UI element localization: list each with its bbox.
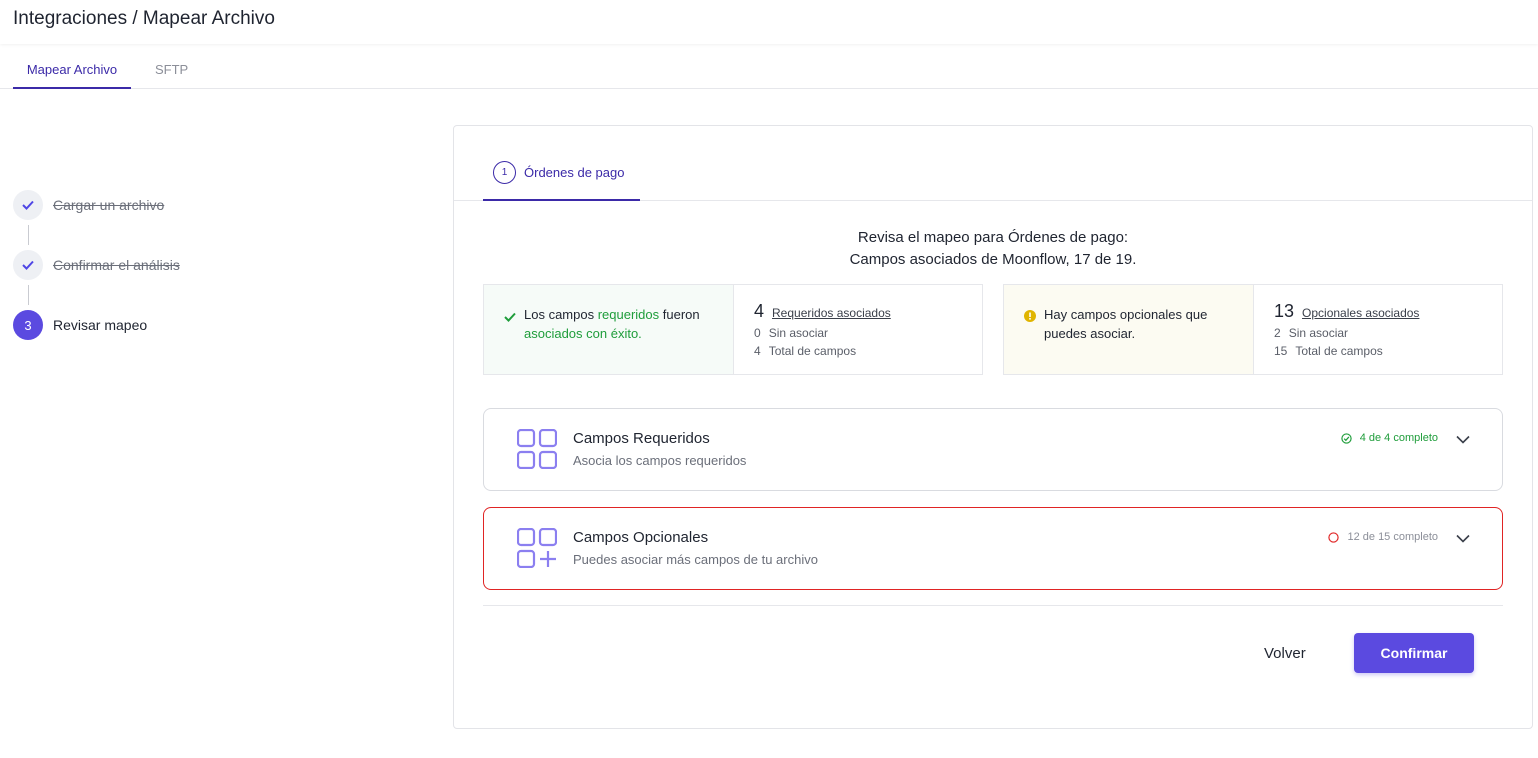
required-message-text: Los campos requeridos fueron asociados c… — [524, 305, 715, 374]
section-status-text: 4 de 4 completo — [1359, 432, 1438, 444]
step-connector — [28, 285, 29, 305]
tab-step-number: 1 — [493, 161, 516, 184]
chevron-down-icon[interactable] — [1456, 530, 1470, 548]
unassigned-label: Sin asociar — [1288, 326, 1349, 340]
required-count: 4 — [754, 301, 765, 321]
total-count: 15 — [1274, 344, 1288, 358]
msg-text: fueron — [659, 307, 700, 322]
incomplete-circle-icon — [1328, 531, 1340, 543]
section-subtitle: Asocia los campos requeridos — [573, 453, 747, 468]
step-connector — [28, 225, 29, 245]
review-subtitle: Campos asociados de Moonflow, 17 de 19. — [849, 251, 1137, 268]
unassigned-count: 0 — [754, 326, 761, 340]
step-upload[interactable]: Cargar un archivo — [13, 190, 164, 220]
tab-ordenes-de-pago[interactable]: 1 Órdenes de pago — [483, 161, 640, 201]
optional-message: Hay campos opcionales que puedes asociar… — [1004, 285, 1254, 374]
tab-sftp[interactable]: SFTP — [155, 62, 188, 89]
step-label: Confirmar el análisis — [53, 257, 180, 273]
divider — [483, 605, 1503, 606]
section-title: Campos Opcionales — [573, 529, 709, 546]
tab-label: Órdenes de pago — [524, 165, 625, 180]
section-subtitle: Puedes asociar más campos de tu archivo — [573, 552, 818, 567]
section-status: 12 de 15 completo — [1328, 531, 1438, 543]
optional-stats: 13 Opcionales asociados 2 Sin asociar 15 T… — [1254, 285, 1419, 374]
optional-summary: Hay campos opcionales que puedes asociar… — [1003, 284, 1503, 375]
step-review-mapping[interactable]: 3 Revisar mapeo — [13, 310, 147, 340]
step-check-icon — [13, 250, 43, 280]
optional-associated-link[interactable]: Opcionales asociados — [1302, 306, 1419, 320]
required-message: Los campos requeridos fueron asociados c… — [484, 285, 734, 374]
grid-plus-icon — [516, 527, 558, 573]
required-summary: Los campos requeridos fueron asociados c… — [483, 284, 983, 375]
msg-highlight: requeridos — [597, 307, 660, 322]
required-stats: 4 Requeridos asociados 0 Sin asociar 4 Tot… — [734, 285, 891, 374]
step-label: Revisar mapeo — [53, 317, 148, 333]
total-label: Total de campos — [768, 344, 857, 358]
page-title: Integraciones / Mapear Archivo — [13, 8, 275, 29]
check-circle-icon — [1341, 432, 1352, 444]
back-button[interactable]: Volver — [1264, 645, 1306, 662]
total-count: 4 — [754, 344, 761, 358]
top-bar: Integraciones / Mapear Archivo — [0, 0, 1538, 44]
check-icon — [504, 308, 518, 374]
tab-bar: Mapear Archivo SFTP — [0, 44, 1538, 89]
msg-highlight: asociados con éxito. — [524, 326, 642, 341]
chevron-down-icon[interactable] — [1456, 431, 1470, 449]
confirm-button[interactable]: Confirmar — [1354, 633, 1474, 673]
warning-icon — [1024, 308, 1038, 374]
total-label: Total de campos — [1295, 344, 1383, 358]
review-card: 1 Órdenes de pago Revisa el mapeo para Ó… — [453, 125, 1533, 729]
unassigned-count: 2 — [1274, 326, 1281, 340]
optional-message-text: Hay campos opcionales que puedes asociar… — [1044, 307, 1208, 341]
step-confirm-analysis[interactable]: Confirmar el análisis — [13, 250, 180, 280]
tab-mapear-archivo[interactable]: Mapear Archivo — [13, 62, 131, 89]
section-status-text: 12 de 15 completo — [1347, 531, 1438, 543]
entity-tab-bar: 1 Órdenes de pago — [454, 126, 1532, 201]
step-number: 3 — [13, 310, 43, 340]
required-associated-link[interactable]: Requeridos asociados — [772, 306, 891, 320]
grid-icon — [516, 428, 558, 474]
optional-count: 13 — [1274, 301, 1295, 321]
msg-text: Los campos — [524, 307, 598, 322]
optional-fields-section[interactable]: Campos Opcionales Puedes asociar más cam… — [483, 507, 1503, 590]
section-title: Campos Requeridos — [573, 430, 710, 447]
section-status: 4 de 4 completo — [1341, 432, 1438, 444]
review-title: Revisa el mapeo para Órdenes de pago: — [857, 229, 1129, 246]
unassigned-label: Sin asociar — [768, 326, 829, 340]
step-label: Cargar un archivo — [53, 197, 165, 213]
step-check-icon — [13, 190, 43, 220]
required-fields-section[interactable]: Campos Requeridos Asocia los campos requ… — [483, 408, 1503, 491]
